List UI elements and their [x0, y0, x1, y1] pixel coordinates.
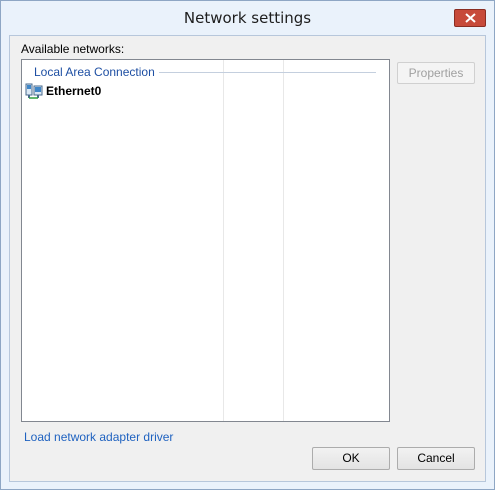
list-item[interactable]: Ethernet0 [25, 82, 101, 100]
network-item-label: Ethernet0 [46, 84, 102, 98]
load-network-adapter-driver-link[interactable]: Load network adapter driver [24, 430, 173, 444]
network-settings-dialog: Network settings Available networks: Loc… [0, 0, 495, 490]
column-divider [223, 60, 224, 421]
network-adapter-icon [25, 83, 43, 99]
cancel-button[interactable]: Cancel [397, 447, 475, 470]
available-networks-label: Available networks: [21, 42, 125, 56]
group-header-local-area-connection[interactable]: Local Area Connection [34, 65, 159, 79]
properties-button[interactable]: Properties [397, 62, 475, 84]
dialog-title: Network settings [183, 9, 312, 27]
column-divider [283, 60, 284, 421]
network-list[interactable]: Local Area Connection Ethernet0 [21, 59, 390, 422]
close-button[interactable] [454, 9, 486, 27]
dialog-body: Available networks: Local Area Connectio… [9, 35, 486, 482]
close-icon [465, 13, 476, 23]
group-separator [158, 72, 376, 73]
title-bar: Network settings [1, 1, 494, 35]
ok-button[interactable]: OK [312, 447, 390, 470]
